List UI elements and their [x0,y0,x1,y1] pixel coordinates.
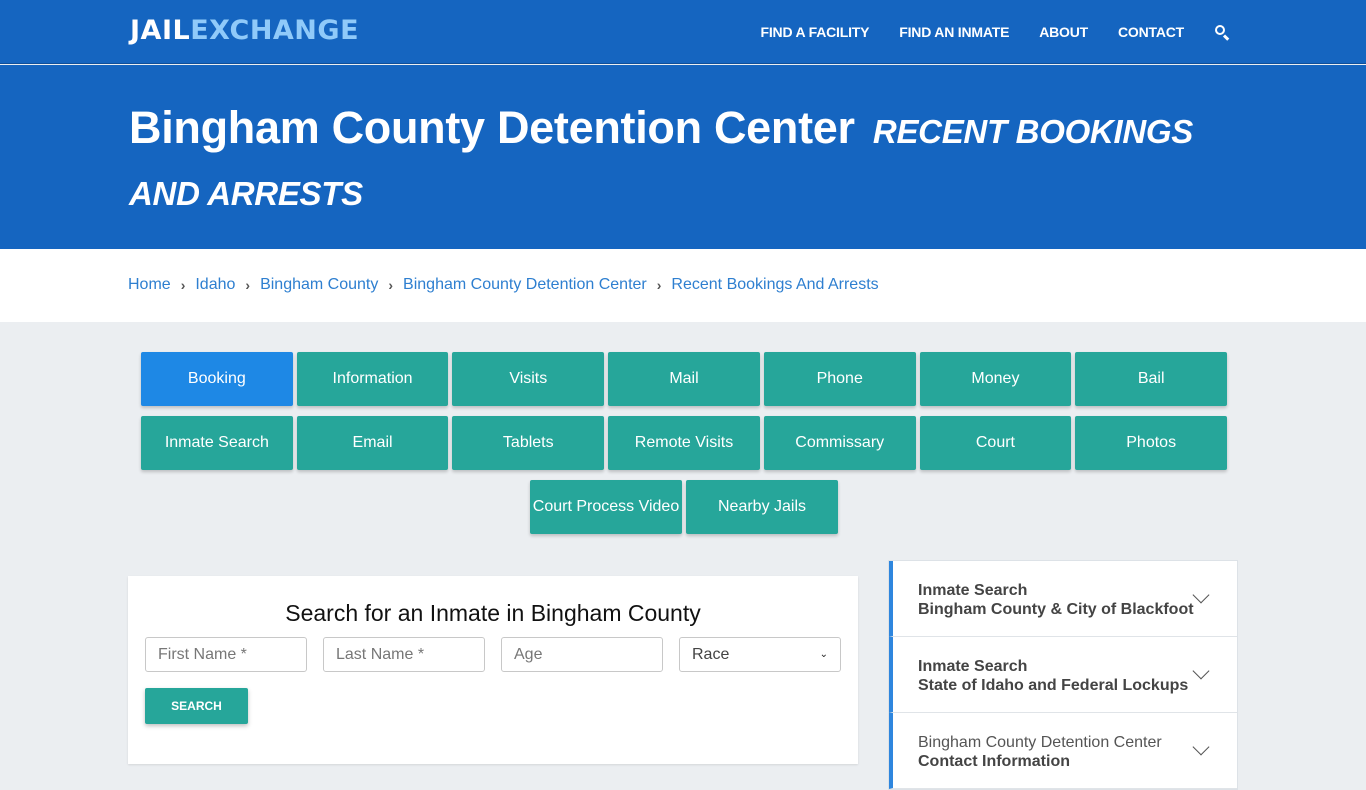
tab-information[interactable]: Information [296,352,449,406]
hero-banner: Bingham County Detention Center Recent B… [0,65,1366,249]
nav-find-facility[interactable]: FIND A FACILITY [761,24,870,40]
tab-commissary[interactable]: Commissary [763,416,916,470]
tab-email[interactable]: Email [296,416,449,470]
tab-bail[interactable]: Bail [1075,352,1228,406]
breadcrumb: Home › Idaho › Bingham County › Bingham … [128,276,879,294]
tab-row: Inmate Search Email Tablets Remote Visit… [139,416,1229,470]
search-card-title: Search for an Inmate in Bingham County [285,600,701,626]
first-name-input[interactable] [145,637,307,672]
accordion-item-subheading: Contact Information [918,753,1070,770]
tab-visits[interactable]: Visits [452,352,605,406]
accordion-item-heading: Inmate Search [918,658,1028,675]
race-select[interactable]: Race ⌄ [679,637,841,672]
inmate-search-card: Search for an Inmate in Bingham County R… [128,576,858,764]
logo-jail-text: JAIL [130,15,191,46]
nav-contact[interactable]: CONTACT [1118,24,1184,40]
race-select-value: Race [692,645,730,663]
tab-photos[interactable]: Photos [1075,416,1228,470]
tab-money[interactable]: Money [919,352,1072,406]
last-name-input[interactable] [323,637,485,672]
breadcrumb-bar: Home › Idaho › Bingham County › Bingham … [0,249,1366,322]
site-logo[interactable]: JAILEXCHANGE [130,15,359,46]
top-navbar: JAILEXCHANGE FIND A FACILITY FIND AN INM… [0,0,1366,64]
age-input[interactable] [501,637,663,672]
chevron-right-icon: › [180,277,186,293]
page-title-main: Bingham County Detention Center [129,102,855,153]
breadcrumb-facility[interactable]: Bingham County Detention Center [403,276,647,294]
tab-row: Court Process Video Nearby Jails [139,480,1229,534]
accordion-item-state-search[interactable]: Inmate Search State of Idaho and Federal… [889,637,1237,713]
accordion-item-subheading: Bingham County & City of Blackfoot [918,601,1194,618]
accordion-item-contact-info[interactable]: Bingham County Detention Center Contact … [889,713,1237,789]
facility-tab-grid: Booking Information Visits Mail Phone Mo… [139,352,1229,544]
chevron-right-icon: › [388,277,394,293]
tab-booking[interactable]: Booking [140,352,293,406]
accordion-item-subheading: State of Idaho and Federal Lockups [918,677,1189,694]
breadcrumb-current[interactable]: Recent Bookings And Arrests [671,276,878,294]
search-icon[interactable] [1214,24,1230,41]
tab-court-process-video[interactable]: Court Process Video [530,480,682,534]
main-nav: FIND A FACILITY FIND AN INMATE ABOUT CON… [731,0,1230,64]
search-button[interactable]: SEARCH [145,688,248,724]
tab-tablets[interactable]: Tablets [452,416,605,470]
accordion-item-county-search[interactable]: Inmate Search Bingham County & City of B… [889,561,1237,637]
accordion-item-heading: Inmate Search [918,582,1028,599]
accordion-item-heading: Bingham County Detention Center [918,734,1162,751]
tab-nearby-jails[interactable]: Nearby Jails [686,480,838,534]
breadcrumb-county[interactable]: Bingham County [260,276,378,294]
tab-mail[interactable]: Mail [608,352,760,406]
tab-court[interactable]: Court [919,416,1072,470]
page-title: Bingham County Detention Center Recent B… [129,99,1229,223]
breadcrumb-state[interactable]: Idaho [195,276,235,294]
chevron-right-icon: › [656,277,662,293]
tab-remote-visits[interactable]: Remote Visits [608,416,760,470]
tab-row: Booking Information Visits Mail Phone Mo… [139,352,1229,406]
breadcrumb-home[interactable]: Home [128,276,171,294]
chevron-down-icon: ⌄ [819,649,828,660]
chevron-right-icon: › [245,277,251,293]
tab-inmate-search[interactable]: Inmate Search [140,416,293,470]
tab-phone[interactable]: Phone [763,352,916,406]
logo-exchange-text: EXCHANGE [190,15,360,46]
nav-about[interactable]: ABOUT [1039,24,1088,40]
sidebar-accordion: Inmate Search Bingham County & City of B… [888,560,1238,790]
nav-find-inmate[interactable]: FIND AN INMATE [899,24,1009,40]
